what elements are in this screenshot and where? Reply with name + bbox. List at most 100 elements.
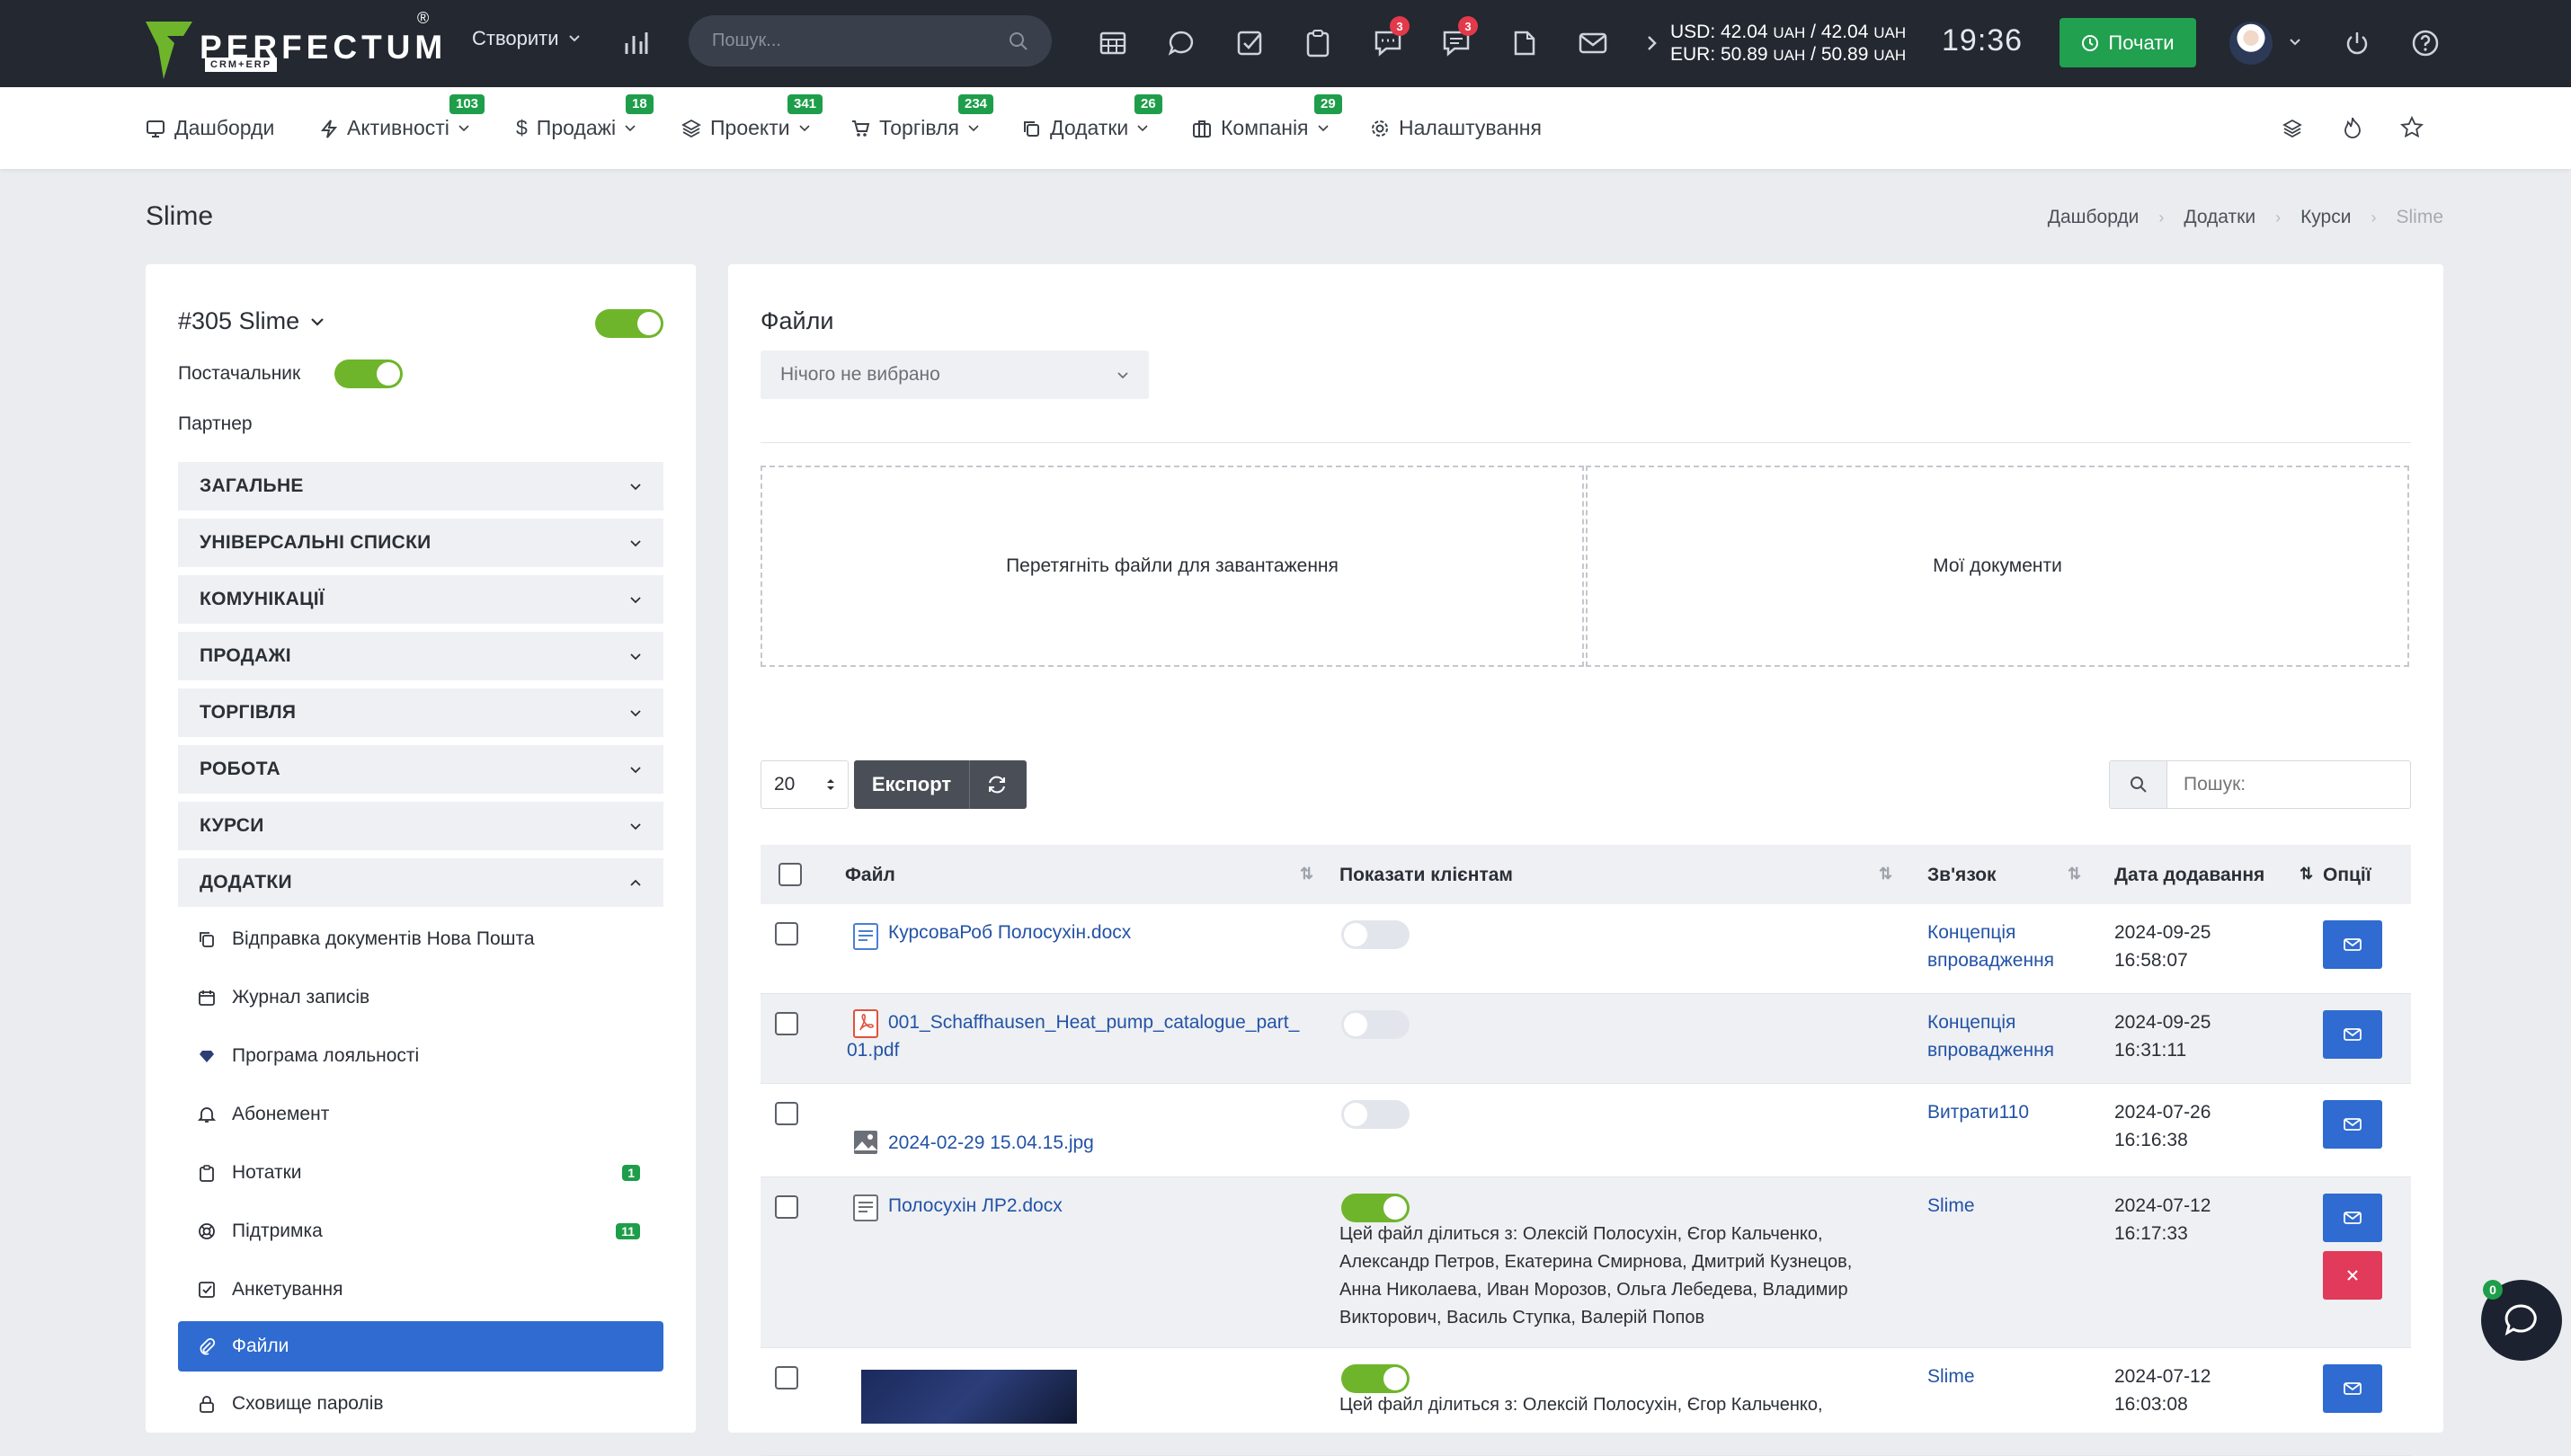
section-courses[interactable]: КУРСИ [178,802,663,850]
nav-addons[interactable]: Додатки 26 [1021,94,1162,140]
row-checkbox[interactable] [775,1195,798,1219]
global-search[interactable] [689,15,1052,67]
show-clients-toggle[interactable] [1341,1194,1410,1222]
section-communications[interactable]: КОМУНІКАЦІЇ [178,575,663,624]
nav-activities[interactable]: Активності 103 [320,94,485,140]
sort-icon[interactable]: ⇅ [2068,865,2081,883]
comment-icon[interactable] [1163,25,1199,61]
subitem-password-vault[interactable]: Сховище паролів [178,1379,663,1429]
refresh-icon[interactable] [986,775,1008,795]
image-thumbnail[interactable] [861,1370,1077,1424]
help-icon[interactable] [2407,25,2443,61]
column-file[interactable]: Файл [845,865,895,886]
file-name-link[interactable]: 2024-02-29 15.04.15.jpg [888,1129,1094,1157]
nav-sales[interactable]: $ Продажі 18 [516,94,654,140]
fire-icon[interactable] [2343,116,2362,139]
chat-notifications[interactable]: 3 [1370,16,1410,61]
rate-usd: USD: 42.04 [1670,22,1768,42]
breadcrumb-item[interactable]: Курси [2300,207,2351,228]
send-mail-button[interactable] [2323,920,2382,969]
subitem-journal[interactable]: Журнал записів [178,972,663,1023]
nav-trade[interactable]: Торгівля 234 [850,94,994,140]
divider [761,442,2411,443]
relation-link[interactable]: Концепція впровадження [1927,1008,2054,1064]
mail-icon[interactable] [1575,25,1611,61]
subitem-notes[interactable]: Нотатки 1 [178,1148,663,1198]
stats-icon[interactable] [618,25,654,61]
show-clients-toggle[interactable] [1341,920,1410,949]
show-clients-toggle[interactable] [1341,1364,1410,1393]
row-checkbox[interactable] [775,922,798,946]
table-search[interactable] [2109,760,2411,809]
clipboard-icon[interactable] [1300,25,1336,61]
breadcrumb-item[interactable]: Додатки [2184,207,2255,228]
power-icon[interactable] [2339,25,2375,61]
section-universal-lists[interactable]: УНІВЕРСАЛЬНІ СПИСКИ [178,519,663,567]
nav-settings[interactable]: Налаштування [1370,116,1542,140]
column-date-added[interactable]: Дата додавання [2114,865,2264,886]
layers-icon[interactable] [2282,118,2303,139]
send-mail-button[interactable] [2323,1194,2382,1242]
sort-desc-icon[interactable]: ⇅ [2300,865,2313,883]
create-menu[interactable]: Створити [472,27,581,50]
page-size-select[interactable]: 20 [761,760,849,809]
row-checkbox[interactable] [775,1102,798,1125]
table-search-input[interactable] [2167,774,2401,795]
row-checkbox[interactable] [775,1366,798,1389]
nav-dashboards[interactable]: Дашборди [146,116,274,140]
section-sales[interactable]: ПРОДАЖІ [178,632,663,680]
nav-projects[interactable]: Проекти 341 [681,94,823,140]
relation-link[interactable]: Витрати110 [1927,1098,2029,1126]
send-mail-button[interactable] [2323,1100,2382,1149]
chevron-right-icon[interactable] [1634,25,1670,61]
sort-icon[interactable]: ⇅ [1300,865,1313,883]
show-clients-toggle[interactable] [1341,1010,1410,1039]
sort-icon[interactable]: ⇅ [1879,865,1892,883]
subitem-loyalty[interactable]: Програма лояльності [178,1031,663,1081]
relation-link[interactable]: Slime [1927,1192,1975,1220]
start-timer-button[interactable]: Почати [2059,18,2196,67]
column-show-clients[interactable]: Показати клієнтам [1339,865,1513,886]
send-mail-button[interactable] [2323,1364,2382,1413]
messages-notifications[interactable]: 3 [1438,16,1478,61]
relation-link[interactable]: Slime [1927,1363,1975,1390]
column-relation[interactable]: Зв'язок [1927,865,1997,886]
subitem-files[interactable]: Файли [178,1321,663,1372]
nav-company[interactable]: Компанія 29 [1192,94,1342,140]
select-all-checkbox[interactable] [778,863,802,886]
subitem-support[interactable]: Підтримка 11 [178,1206,663,1256]
subitem-nova-poshta[interactable]: Відправка документів Нова Пошта [178,914,663,964]
file-name-link-cont[interactable]: 01.pdf [847,1036,899,1064]
file-filter-select[interactable]: Нічого не вибрано [761,351,1149,399]
logo[interactable]: PERFECTUM CRM+ERP ® [144,9,447,81]
document-icon[interactable] [1507,25,1543,61]
my-documents-zone[interactable]: Мої документи [1586,466,2409,667]
tasks-icon[interactable] [1232,25,1268,61]
calendar-table-icon[interactable] [1095,25,1131,61]
subitem-survey[interactable]: Анкетування [178,1265,663,1315]
export-button[interactable]: Експорт [854,773,969,796]
support-chat-button[interactable]: 0 [2481,1280,2562,1361]
send-mail-button[interactable] [2323,1010,2382,1059]
record-title-dropdown[interactable]: #305 Slime [178,307,325,335]
avatar[interactable] [2229,22,2273,65]
global-search-input[interactable] [712,31,982,51]
chevron-down-icon[interactable] [2289,38,2301,47]
relation-link[interactable]: Концепція впровадження [1927,919,2054,974]
record-active-toggle[interactable] [595,309,663,338]
delete-button[interactable] [2323,1251,2382,1300]
show-clients-toggle[interactable] [1341,1100,1410,1129]
row-checkbox[interactable] [775,1012,798,1035]
breadcrumb-item[interactable]: Дашборди [2048,207,2140,228]
section-trade[interactable]: ТОРГІВЛЯ [178,688,663,737]
supplier-toggle[interactable] [334,360,403,388]
file-name-link[interactable]: Полосухін ЛР2.docx [888,1192,1063,1220]
file-name-link[interactable]: КурсоваРоб Полосухін.docx [888,919,1131,946]
file-dropzone[interactable]: Перетягніть файли для завантаження [761,466,1584,667]
file-name-link[interactable]: 001_Schaffhausen_Heat_pump_catalogue_par… [888,1008,1299,1036]
section-general[interactable]: ЗАГАЛЬНЕ [178,462,663,510]
star-icon[interactable] [2400,116,2424,139]
section-work[interactable]: РОБОТА [178,745,663,794]
subitem-subscription[interactable]: Абонемент [178,1089,663,1140]
section-addons[interactable]: ДОДАТКИ [178,858,663,907]
